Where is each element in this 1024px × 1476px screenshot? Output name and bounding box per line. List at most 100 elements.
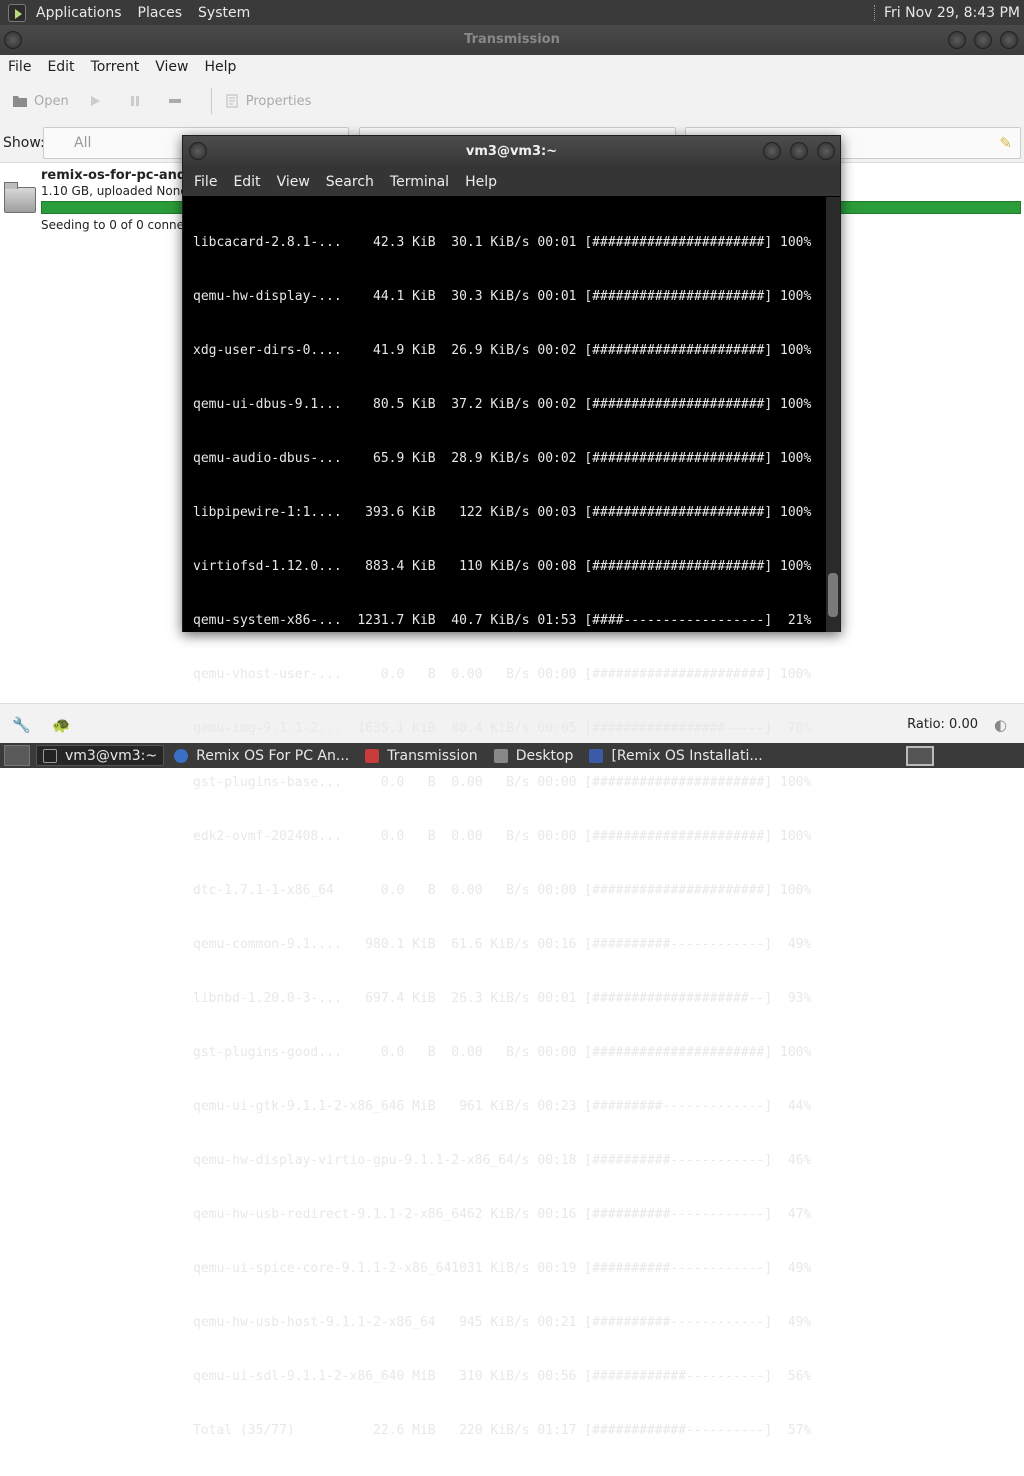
clock[interactable]: Fri Nov 29, 8:43 PM bbox=[884, 5, 1024, 21]
terminal-line: qemu-hw-display-... 44.1 KiB 30.3 KiB/s … bbox=[193, 289, 812, 304]
terminal-scrollbar[interactable] bbox=[826, 197, 840, 632]
terminal-line: qemu-audio-dbus-... 65.9 KiB 28.9 KiB/s … bbox=[193, 451, 812, 466]
top-panel: Applications Places System Fri Nov 29, 8… bbox=[0, 0, 1024, 25]
top-panel-right: Fri Nov 29, 8:43 PM bbox=[873, 0, 1024, 25]
menu-view[interactable]: View bbox=[147, 59, 196, 75]
terminal-window: vm3@vm3:~ File Edit View Search Terminal… bbox=[182, 135, 841, 1438]
document-icon bbox=[589, 748, 604, 763]
terminal-titlebar[interactable]: vm3@vm3:~ bbox=[183, 136, 840, 168]
window-menu-button[interactable] bbox=[4, 31, 22, 49]
terminal-menu-search[interactable]: Search bbox=[318, 174, 382, 190]
folder-icon bbox=[493, 748, 508, 763]
task-installation-doc[interactable]: [Remix OS Installati... bbox=[583, 745, 768, 766]
terminal-menu-view[interactable]: View bbox=[269, 174, 318, 190]
task-label: Desktop bbox=[515, 747, 574, 764]
start-button[interactable] bbox=[87, 94, 109, 108]
terminal-close-button[interactable] bbox=[817, 142, 835, 160]
terminal-line: qemu-hw-usb-host-9.1.1-2-x86_64 945 KiB/… bbox=[193, 1315, 812, 1330]
applications-menu[interactable]: Applications bbox=[28, 5, 130, 21]
task-label: [Remix OS Installati... bbox=[611, 747, 763, 764]
open-button[interactable]: Open bbox=[12, 94, 69, 109]
transmission-title: Transmission bbox=[464, 32, 560, 47]
terminal-minimize-button[interactable] bbox=[763, 142, 781, 160]
transmission-menubar: File Edit Torrent View Help bbox=[0, 55, 1024, 79]
terminal-line: libpipewire-1:1.... 393.6 KiB 122 KiB/s … bbox=[193, 505, 812, 520]
system-menu[interactable]: System bbox=[190, 5, 258, 21]
menu-edit[interactable]: Edit bbox=[39, 59, 82, 75]
transmission-icon bbox=[365, 748, 380, 763]
transmission-titlebar[interactable]: Transmission bbox=[0, 25, 1024, 55]
task-terminal[interactable]: vm3@vm3:~ bbox=[36, 745, 165, 766]
terminal-title: vm3@vm3:~ bbox=[465, 144, 558, 159]
activity-filter-value: All bbox=[74, 135, 92, 151]
show-desktop-button[interactable] bbox=[4, 745, 30, 766]
terminal-line: Total (35/77) 22.6 MiB 220 KiB/s 01:17 [… bbox=[193, 1423, 812, 1438]
browser-icon bbox=[174, 748, 189, 763]
terminal-line: edk2-ovmf-202408... 0.0 B 0.00 B/s 00:00… bbox=[193, 829, 812, 844]
properties-icon bbox=[226, 94, 238, 108]
terminal-line: qemu-common-9.1.... 980.1 KiB 61.6 KiB/s… bbox=[193, 937, 812, 952]
terminal-window-menu-button[interactable] bbox=[189, 142, 207, 160]
terminal-lines: libcacard-2.8.1-... 42.3 KiB 30.1 KiB/s … bbox=[193, 198, 826, 1476]
folder-icon bbox=[4, 182, 36, 213]
pause-button[interactable] bbox=[127, 94, 149, 108]
close-button[interactable] bbox=[1000, 31, 1018, 49]
terminal-line: dtc-1.7.1-1-x86_64 0.0 B 0.00 B/s 00:00 … bbox=[193, 883, 812, 898]
task-transmission[interactable]: Transmission bbox=[359, 745, 483, 766]
turtle-speed-icon[interactable]: 🐢 bbox=[52, 716, 71, 734]
terminal-menu-edit[interactable]: Edit bbox=[225, 174, 268, 190]
terminal-menu-terminal[interactable]: Terminal bbox=[382, 174, 457, 190]
terminal-line: gst-plugins-good... 0.0 B 0.00 B/s 00:00… bbox=[193, 1045, 812, 1060]
terminal-scrollbar-thumb[interactable] bbox=[828, 573, 838, 617]
task-label: Transmission bbox=[387, 747, 478, 764]
task-label: vm3@vm3:~ bbox=[65, 747, 158, 764]
ratio-label[interactable]: Ratio: 0.00 bbox=[907, 717, 978, 732]
terminal-icon bbox=[43, 748, 57, 763]
distro-logo-icon[interactable] bbox=[8, 3, 26, 22]
toolbar-separator bbox=[210, 88, 212, 114]
terminal-line: libcacard-2.8.1-... 42.3 KiB 30.1 KiB/s … bbox=[193, 235, 812, 250]
workspace-switcher[interactable] bbox=[906, 745, 934, 766]
transmission-toolbar: Open Properties bbox=[0, 79, 1024, 123]
torrent-status: Seeding to 0 of 0 connecte bbox=[41, 218, 203, 232]
terminal-line: qemu-vhost-user-... 0.0 B 0.00 B/s 00:00… bbox=[193, 667, 812, 682]
menu-torrent[interactable]: Torrent bbox=[83, 59, 148, 75]
task-label: Remix OS For PC An... bbox=[196, 747, 350, 764]
terminal-line: qemu-ui-dbus-9.1... 80.5 KiB 37.2 KiB/s … bbox=[193, 397, 812, 412]
maximize-button[interactable] bbox=[974, 31, 992, 49]
terminal-line: qemu-ui-sdl-9.1.1-2-x86_640 MiB 310 KiB/… bbox=[193, 1369, 812, 1384]
terminal-line: qemu-img-9.1.1-2... 1635.1 KiB 88.4 KiB/… bbox=[193, 721, 812, 736]
statistics-icon[interactable]: ◐ bbox=[994, 716, 1012, 734]
menu-file[interactable]: File bbox=[0, 59, 39, 75]
top-panel-menus: Applications Places System bbox=[28, 0, 258, 25]
task-browser[interactable]: Remix OS For PC An... bbox=[168, 745, 355, 766]
terminal-menubar: File Edit View Search Terminal Help bbox=[183, 168, 840, 196]
remove-icon bbox=[168, 99, 181, 103]
properties-button[interactable]: Properties bbox=[224, 93, 312, 109]
preferences-wrench-icon[interactable]: 🔧 bbox=[12, 716, 31, 734]
play-icon bbox=[90, 96, 100, 106]
terminal-menu-help[interactable]: Help bbox=[457, 174, 505, 190]
terminal-menu-file[interactable]: File bbox=[186, 174, 225, 190]
bottom-taskbar: vm3@vm3:~ Remix OS For PC An... Transmis… bbox=[0, 743, 1024, 768]
terminal-line: qemu-hw-display-virtio-gpu-9.1.1-2-x86_6… bbox=[193, 1153, 812, 1168]
open-button-label: Open bbox=[34, 93, 69, 109]
terminal-maximize-button[interactable] bbox=[790, 142, 808, 160]
terminal-line: xdg-user-dirs-0.... 41.9 KiB 26.9 KiB/s … bbox=[193, 343, 812, 358]
terminal-output[interactable]: libcacard-2.8.1-... 42.3 KiB 30.1 KiB/s … bbox=[183, 197, 826, 1438]
panel-separator bbox=[873, 4, 876, 21]
terminal-line: gst-plugins-base... 0.0 B 0.00 B/s 00:00… bbox=[193, 775, 812, 790]
places-menu[interactable]: Places bbox=[130, 5, 191, 21]
folder-open-icon bbox=[13, 96, 27, 107]
minimize-button[interactable] bbox=[948, 31, 966, 49]
menu-help[interactable]: Help bbox=[196, 59, 244, 75]
task-desktop[interactable]: Desktop bbox=[488, 745, 580, 766]
terminal-line: libnbd-1.20.0-3-... 697.4 KiB 26.3 KiB/s… bbox=[193, 991, 812, 1006]
properties-button-label: Properties bbox=[245, 93, 312, 109]
torrent-info: 1.10 GB, uploaded None (R bbox=[41, 184, 205, 198]
terminal-line: virtiofsd-1.12.0... 883.4 KiB 110 KiB/s … bbox=[193, 559, 812, 574]
clear-search-icon[interactable]: ✎ bbox=[999, 134, 1012, 152]
terminal-line: qemu-system-x86-... 1231.7 KiB 40.7 KiB/… bbox=[193, 613, 812, 628]
torrent-name[interactable]: remix-os-for-pc-andro bbox=[41, 168, 202, 183]
remove-button[interactable] bbox=[167, 94, 189, 108]
